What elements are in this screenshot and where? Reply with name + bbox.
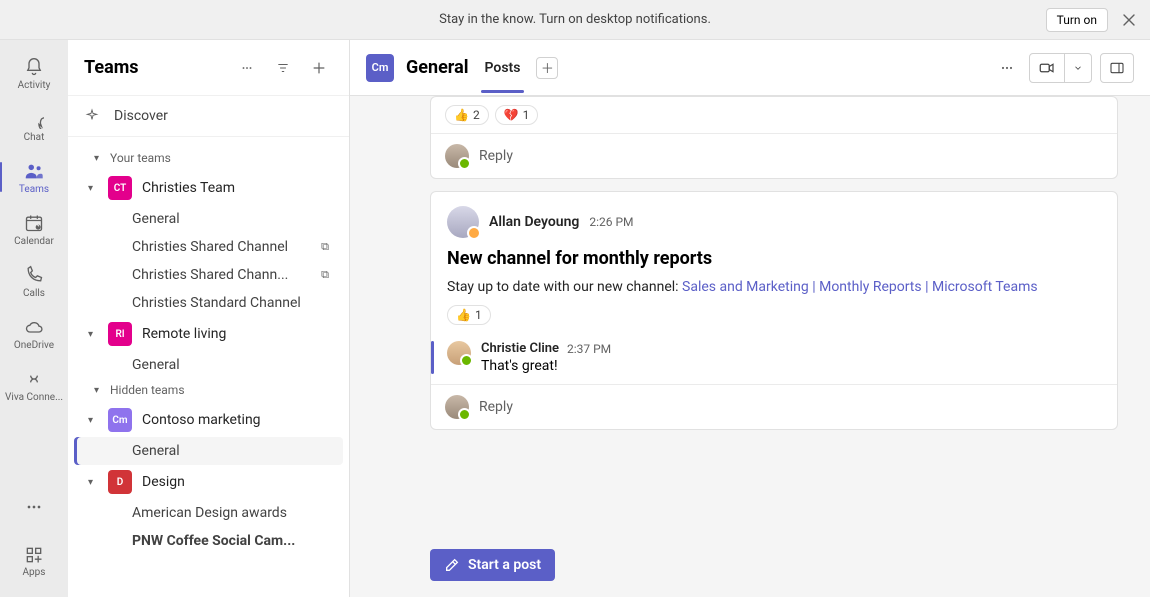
teams-icon <box>23 160 45 182</box>
channel-title: General <box>406 57 469 78</box>
rail-onedrive[interactable]: OneDrive <box>4 308 64 358</box>
user-avatar <box>445 144 469 168</box>
chevron-down-icon: ▾ <box>88 183 98 194</box>
channel-item-selected[interactable]: General <box>74 437 343 465</box>
reply-button[interactable]: Reply <box>431 134 1117 178</box>
reply-author: Christie Cline <box>481 341 559 356</box>
team-label: Design <box>142 474 185 490</box>
user-avatar <box>447 341 471 365</box>
channel-header: Cm General Posts ＋ <box>350 40 1150 96</box>
chat-icon <box>23 108 45 130</box>
create-team-button[interactable] <box>305 54 333 82</box>
team-avatar: CT <box>108 176 132 200</box>
shared-icon: ⧉ <box>321 240 329 254</box>
chevron-down-icon: ▾ <box>88 477 98 488</box>
channel-link[interactable]: Sales and Marketing | Monthly Reports | … <box>682 279 1038 295</box>
post-body: Stay up to date with our new channel: Sa… <box>447 279 1101 295</box>
user-avatar <box>445 395 469 419</box>
rail-calls[interactable]: Calls <box>4 256 64 306</box>
team-label: Remote living <box>142 326 226 342</box>
channel-item[interactable]: Christies Shared Channel⧉ <box>68 233 349 261</box>
discover-button[interactable]: Discover <box>68 96 349 137</box>
team-contoso[interactable]: ▾ Cm Contoso marketing <box>68 403 349 437</box>
channel-item[interactable]: General <box>68 351 349 379</box>
reaction-thumbsup[interactable]: 👍2 <box>445 105 489 125</box>
notification-banner: Stay in the know. Turn on desktop notifi… <box>0 0 1150 40</box>
channel-item[interactable]: Christies Standard Channel <box>68 289 349 317</box>
chevron-down-icon: ▾ <box>88 415 98 426</box>
ellipsis-icon <box>24 497 44 517</box>
team-label: Christies Team <box>142 180 235 196</box>
thread-reply: Christie Cline 2:37 PM That's great! <box>431 335 1117 384</box>
channel-more-button[interactable] <box>993 54 1021 82</box>
channel-item[interactable]: General <box>68 205 349 233</box>
main-pane: Cm General Posts ＋ 👍2 <box>350 40 1150 597</box>
open-pane-button[interactable] <box>1100 53 1134 83</box>
meet-button[interactable] <box>1029 53 1092 83</box>
team-christies[interactable]: ▾ CT Christies Team <box>68 171 349 205</box>
team-design[interactable]: ▾ D Design <box>68 465 349 499</box>
section-your-teams[interactable]: ▾ Your teams <box>68 147 349 171</box>
channel-item[interactable]: Christies Shared Chann...⧉ <box>68 261 349 289</box>
sparkle-icon <box>84 108 100 124</box>
reply-label: Reply <box>479 148 513 164</box>
reply-label: Reply <box>479 399 513 415</box>
post-title: New channel for monthly reports <box>447 248 1101 269</box>
viva-icon <box>23 368 45 390</box>
calendar-icon <box>23 212 45 234</box>
sidebar-title: Teams <box>84 57 225 78</box>
close-icon[interactable] <box>1116 7 1142 33</box>
phone-icon <box>23 264 45 286</box>
reply-text: That's great! <box>481 358 611 374</box>
cloud-icon <box>23 316 45 338</box>
reaction-thumbsup[interactable]: 👍1 <box>447 305 491 325</box>
post-author: Allan Deyoung <box>489 214 579 230</box>
team-avatar: Rl <box>108 322 132 346</box>
team-avatar: D <box>108 470 132 494</box>
chevron-down-icon: ▾ <box>88 329 98 340</box>
rail-viva[interactable]: Viva Conne... <box>4 360 64 410</box>
channel-avatar: Cm <box>366 54 394 82</box>
apps-icon <box>24 545 44 565</box>
compose-icon <box>444 557 460 573</box>
chevron-down-icon: ▾ <box>94 385 104 396</box>
discover-label: Discover <box>114 108 168 124</box>
chevron-down-icon <box>1073 63 1083 73</box>
filter-button[interactable] <box>269 54 297 82</box>
chevron-down-icon: ▾ <box>94 153 104 164</box>
user-avatar <box>447 206 479 238</box>
bell-icon <box>23 56 45 78</box>
more-options-button[interactable] <box>233 54 261 82</box>
post-card: 👍2 💔1 Reply <box>430 96 1118 179</box>
channel-item[interactable]: American Design awards <box>68 499 349 527</box>
teams-sidebar: Teams Discover ▾ Your teams ▾ CT Christi… <box>68 40 350 597</box>
team-avatar: Cm <box>108 408 132 432</box>
section-hidden-teams[interactable]: ▾ Hidden teams <box>68 379 349 403</box>
add-tab-button[interactable]: ＋ <box>536 57 558 79</box>
meet-dropdown[interactable] <box>1065 54 1091 82</box>
channel-item[interactable]: PNW Coffee Social Cam... <box>68 527 349 555</box>
posts-feed: 👍2 💔1 Reply Allan Deyoung 2:26 PM <box>350 96 1150 537</box>
rail-teams[interactable]: Teams <box>4 152 64 202</box>
reaction-heartbreak[interactable]: 💔1 <box>495 105 539 125</box>
post-time: 2:26 PM <box>589 215 633 229</box>
post-card: Allan Deyoung 2:26 PM New channel for mo… <box>430 191 1118 430</box>
app-rail: Activity Chat Teams Calendar Calls OneDr… <box>0 40 68 597</box>
banner-text: Stay in the know. Turn on desktop notifi… <box>439 12 711 27</box>
team-remote-living[interactable]: ▾ Rl Remote living <box>68 317 349 351</box>
rail-calendar[interactable]: Calendar <box>4 204 64 254</box>
shared-icon: ⧉ <box>321 268 329 282</box>
panel-icon <box>1109 60 1125 76</box>
reply-button[interactable]: Reply <box>431 384 1117 429</box>
reply-time: 2:37 PM <box>567 342 611 356</box>
tab-posts[interactable]: Posts <box>481 43 525 93</box>
turn-on-button[interactable]: Turn on <box>1046 8 1108 32</box>
rail-apps[interactable]: Apps <box>4 537 64 585</box>
team-label: Contoso marketing <box>142 412 261 428</box>
video-icon <box>1038 59 1056 77</box>
rail-activity[interactable]: Activity <box>4 48 64 98</box>
rail-chat[interactable]: Chat <box>4 100 64 150</box>
start-post-button[interactable]: Start a post <box>430 549 555 581</box>
rail-more[interactable] <box>4 483 64 531</box>
